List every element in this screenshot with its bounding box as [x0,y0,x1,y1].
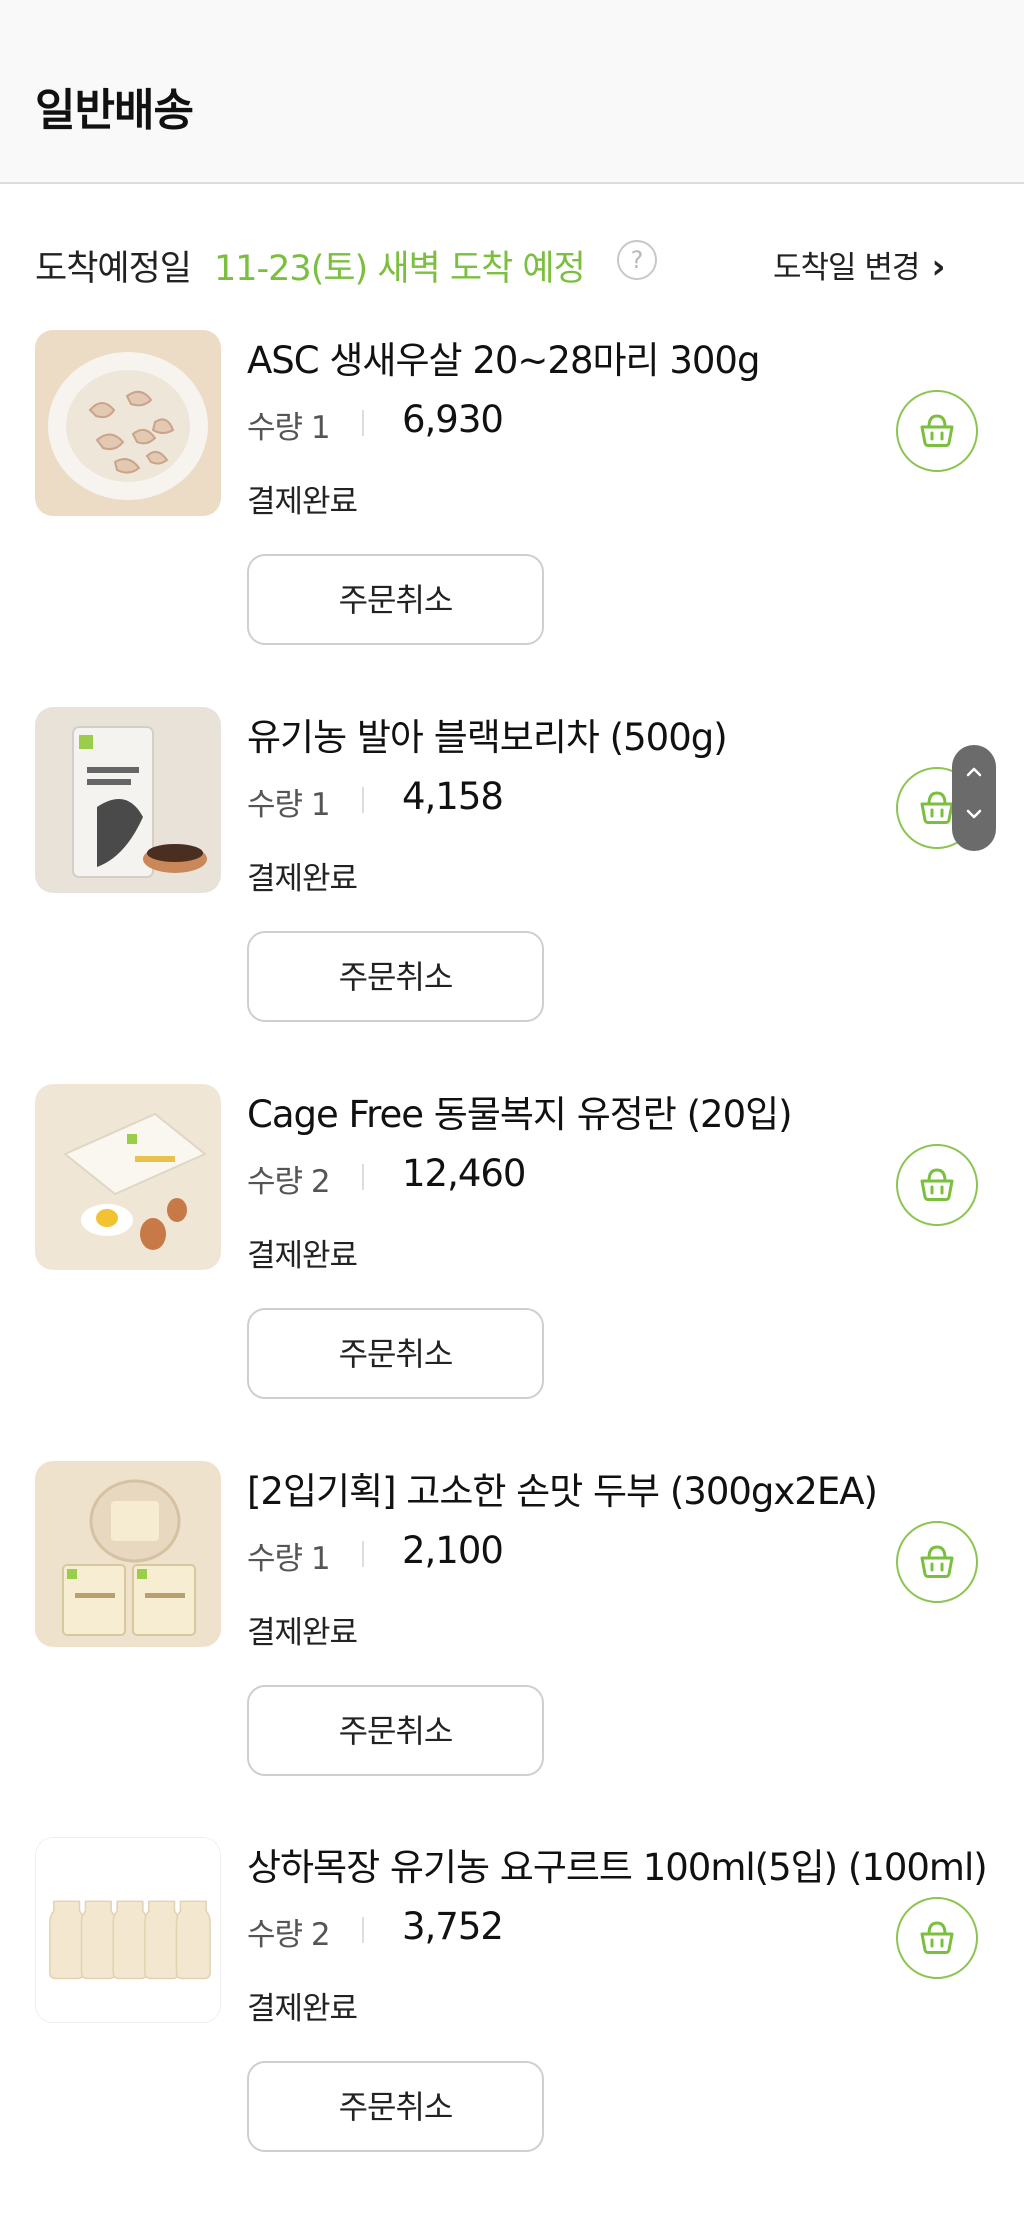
quantity-label: 수량 1 [247,787,331,823]
page-header: 일반배송 [0,0,1024,184]
divider [362,787,364,813]
order-item: 상하목장 유기농 요구르트 100ml(5입) (100ml) 수량 2 3,7… [0,1837,1024,2213]
quantity-label: 수량 2 [247,1164,331,1200]
add-to-cart-button[interactable] [896,1144,978,1226]
order-item: [2입기획] 고소한 손맛 두부 (300gx2EA) 수량 1 2,100 결… [0,1461,1024,1837]
cancel-order-button[interactable]: 주문취소 [247,554,544,645]
chevron-right-icon: › [931,247,945,287]
add-to-cart-button[interactable] [896,390,978,472]
order-status: 결제완료 [247,1615,358,1651]
product-name[interactable]: Cage Free 동물복지 유정란 (20입) [247,1084,793,1138]
delivery-date-value: 11-23(토) 새벽 도착 예정 [214,249,586,289]
order-status: 결제완료 [247,1991,358,2027]
chevron-up-icon[interactable] [964,765,984,779]
order-item: ASC 생새우살 20~28마리 300g 수량 1 6,930 결제완료 주문… [0,330,1024,706]
divider [362,1917,364,1943]
product-name[interactable]: 상하목장 유기농 요구르트 100ml(5입) (100ml) [247,1837,988,1891]
product-name[interactable]: [2입기획] 고소한 손맛 두부 (300gx2EA) [247,1461,878,1515]
product-image-tofu[interactable] [35,1461,221,1647]
product-name[interactable]: ASC 생새우살 20~28마리 300g [247,330,760,384]
order-status: 결제완료 [247,484,358,520]
divider [362,410,364,436]
add-to-cart-button[interactable] [896,1521,978,1603]
shopping-basket-icon [920,1921,954,1954]
cancel-order-button[interactable]: 주문취소 [247,1685,544,1776]
chevron-down-icon[interactable] [964,807,984,821]
change-delivery-date-label: 도착일 변경 [773,250,920,286]
product-image-yogurt[interactable] [35,1837,221,2023]
order-item: Cage Free 동물복지 유정란 (20입) 수량 2 12,460 결제완… [0,1084,1024,1460]
price: 12,460 [402,1152,526,1195]
page-title: 일반배송 [35,85,194,136]
delivery-date-label: 도착예정일 [35,249,192,289]
shopping-basket-icon [920,1168,954,1201]
cancel-order-button[interactable]: 주문취소 [247,1308,544,1399]
product-image-barley-tea[interactable] [35,707,221,893]
shopping-basket-icon [920,414,954,447]
question-icon[interactable]: ? [617,240,657,280]
quantity-label: 수량 1 [247,410,331,446]
cancel-order-button[interactable]: 주문취소 [247,2061,544,2152]
price: 3,752 [402,1905,504,1948]
quantity-label: 수량 1 [247,1541,331,1577]
order-status: 결제완료 [247,861,358,897]
order-status: 결제완료 [247,1238,358,1274]
shopping-basket-icon [920,1545,954,1578]
price: 2,100 [402,1529,504,1572]
divider [362,1541,364,1567]
delivery-date-row: 도착예정일 11-23(토) 새벽 도착 예정 ? 도착일 변경 › [0,184,1024,334]
product-image-shrimp[interactable] [35,330,221,516]
scroll-up-down-handle[interactable] [952,745,996,851]
price: 6,930 [402,398,504,441]
add-to-cart-button[interactable] [896,1897,978,1979]
cancel-order-button[interactable]: 주문취소 [247,931,544,1022]
divider [362,1164,364,1190]
price: 4,158 [402,775,504,818]
product-image-eggs[interactable] [35,1084,221,1270]
order-item: 유기농 발아 블랙보리차 (500g) 수량 1 4,158 결제완료 주문취소 [0,707,1024,1083]
change-delivery-date-link[interactable]: 도착일 변경 › [773,242,945,287]
product-name[interactable]: 유기농 발아 블랙보리차 (500g) [247,707,728,761]
quantity-label: 수량 2 [247,1917,331,1953]
